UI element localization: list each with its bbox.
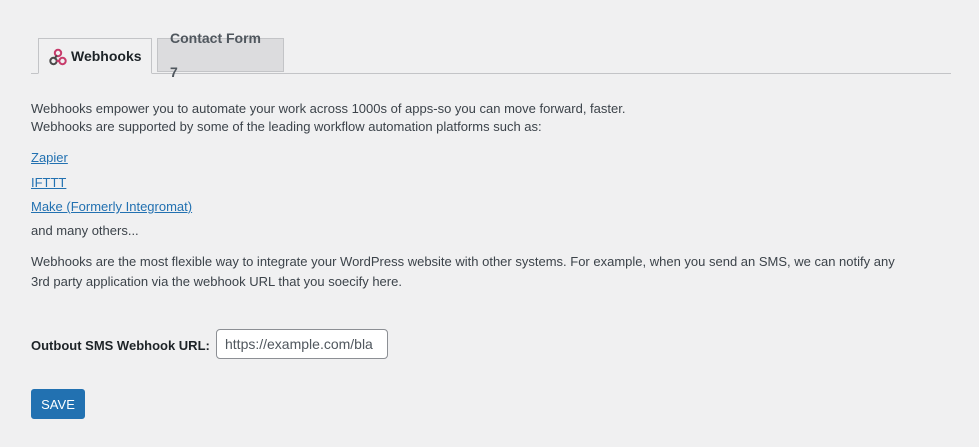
save-button[interactable]: SAVE <box>31 389 85 419</box>
webhook-url-label: Outbout SMS Webhook URL: <box>31 338 210 353</box>
tab-bar: Webhooks Contact Form 7 <box>31 30 951 80</box>
tab-webhooks[interactable]: Webhooks <box>38 38 152 74</box>
webhook-url-input[interactable] <box>216 329 388 359</box>
settings-page: Webhooks Contact Form 7 Webhooks empower… <box>0 0 979 447</box>
webhook-icon <box>49 44 67 66</box>
tab-webhooks-label: Webhooks <box>71 48 142 64</box>
tab-contact-form-7[interactable]: Contact Form 7 <box>157 30 284 80</box>
description-line-2: 3rd party application via the webhook UR… <box>31 274 402 289</box>
ifttt-link[interactable]: IFTTT <box>31 173 66 192</box>
tab-contact-form-7-label: Contact Form 7 <box>170 30 261 80</box>
others-text: and many others... <box>31 223 139 238</box>
zapier-link[interactable]: Zapier <box>31 148 68 167</box>
intro-line-2: Webhooks are supported by some of the le… <box>31 119 542 134</box>
description-line-1: Webhooks are the most flexible way to in… <box>31 254 895 269</box>
intro-line-1: Webhooks empower you to automate your wo… <box>31 101 626 116</box>
make-link[interactable]: Make (Formerly Integromat) <box>31 197 192 216</box>
